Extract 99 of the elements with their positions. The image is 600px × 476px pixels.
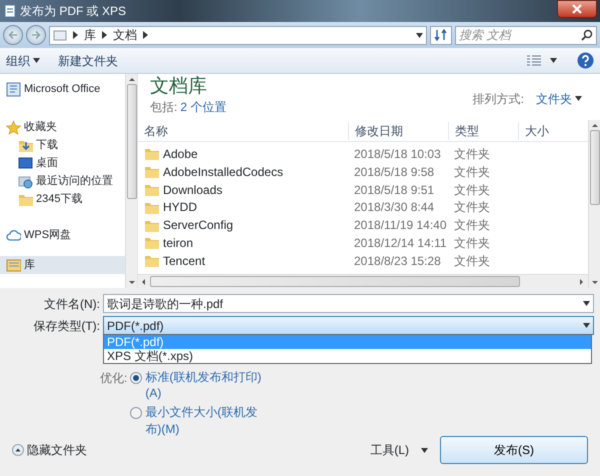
file-type: 文件夹 bbox=[453, 234, 490, 252]
caret-icon bbox=[416, 32, 423, 38]
close-button[interactable] bbox=[557, 0, 597, 18]
caret-icon[interactable] bbox=[550, 58, 557, 63]
modified-date: 2018/5/18 9:51 bbox=[353, 182, 436, 198]
file-name[interactable]: Downloads bbox=[163, 180, 222, 198]
folder-icon bbox=[144, 253, 160, 268]
file-type: 文件夹 bbox=[453, 252, 490, 270]
search-placeholder: 搜索 文档 bbox=[459, 27, 513, 44]
column-header[interactable]: 大小 bbox=[518, 122, 558, 140]
file-name[interactable]: Tencent bbox=[163, 252, 206, 270]
folder-icon bbox=[144, 235, 160, 250]
close-icon bbox=[572, 4, 582, 14]
file-type-dropdown[interactable]: PDF(*.pdf) bbox=[103, 316, 594, 335]
back-arrow-icon bbox=[8, 30, 18, 40]
breadcrumb-item[interactable]: 库 bbox=[84, 26, 96, 44]
nav-item[interactable]: 库 bbox=[0, 256, 125, 274]
column-header[interactable]: 修改日期 bbox=[348, 122, 448, 140]
scrollbar-thumb[interactable] bbox=[590, 130, 600, 205]
scrollbar-thumb[interactable] bbox=[150, 276, 520, 287]
view-options-icon[interactable] bbox=[526, 54, 542, 66]
organize-button[interactable]: 组织 bbox=[6, 52, 40, 70]
new-folder-button[interactable]: 新建文件夹 bbox=[58, 52, 118, 70]
library-title: 文档库 bbox=[150, 77, 208, 98]
includes-label: 包括: bbox=[150, 98, 178, 116]
folder-icon bbox=[144, 164, 160, 180]
breadcrumb-item[interactable]: 文档 bbox=[113, 26, 137, 44]
refresh-icon bbox=[434, 29, 448, 41]
modified-date: 2018/12/14 14:11 bbox=[353, 234, 448, 252]
window-title: 发布为 PDF 或 XPS bbox=[20, 3, 128, 20]
recent-places-icon bbox=[18, 174, 33, 188]
radio-button[interactable] bbox=[130, 372, 142, 384]
file-name[interactable]: AdobeInstalledCodecs bbox=[163, 162, 284, 181]
nav-item[interactable]: Microsoft Office bbox=[0, 80, 125, 98]
desktop-icon bbox=[18, 156, 33, 170]
forward-button[interactable] bbox=[26, 25, 46, 45]
office-app-icon bbox=[6, 82, 21, 96]
caret-icon bbox=[575, 96, 582, 101]
address-field[interactable]: 库 文档 bbox=[49, 26, 427, 44]
back-button[interactable] bbox=[3, 25, 23, 45]
file-type: 文件夹 bbox=[453, 217, 490, 234]
forward-arrow-icon bbox=[31, 30, 41, 40]
arrange-dropdown[interactable]: 文件夹 bbox=[536, 90, 582, 108]
tools-button[interactable]: 工具(L) bbox=[370, 441, 428, 459]
scrollbar-thumb[interactable] bbox=[126, 84, 136, 199]
folder-icon bbox=[144, 182, 160, 197]
nav-item[interactable]: WPS网盘 bbox=[0, 226, 125, 244]
modified-date: 2018/11/19 14:40 bbox=[353, 217, 448, 234]
file-type: 文件夹 bbox=[453, 199, 490, 216]
file-name[interactable]: Adobe bbox=[163, 144, 198, 163]
column-header[interactable]: 名称 bbox=[138, 122, 348, 140]
help-icon[interactable] bbox=[577, 52, 594, 69]
folder-icon bbox=[144, 146, 160, 162]
file-type: 文件夹 bbox=[453, 182, 490, 198]
collapse-icon bbox=[12, 444, 24, 456]
filename-field[interactable]: 歌词是诗歌的一种.pdf bbox=[103, 294, 594, 313]
horizontal-scrollbar[interactable] bbox=[138, 274, 588, 288]
chevron-icon bbox=[143, 31, 148, 39]
arrange-label: 排列方式: bbox=[472, 90, 524, 108]
nav-item[interactable]: 下载 bbox=[0, 136, 125, 154]
hide-folders-toggle[interactable]: 隐藏文件夹 bbox=[12, 441, 87, 459]
file-type: 文件夹 bbox=[453, 164, 490, 181]
radio-label[interactable]: 最小文件大小(联机发布)(M) bbox=[145, 404, 268, 437]
caret-icon bbox=[583, 323, 590, 328]
modified-date: 2018/5/18 10:03 bbox=[353, 146, 442, 163]
column-header[interactable]: 类型 bbox=[448, 122, 518, 140]
file-name[interactable]: HYDD bbox=[163, 198, 198, 216]
modified-date: 2018/5/18 9:58 bbox=[353, 164, 436, 181]
modified-date: 2018/3/30 8:44 bbox=[353, 199, 436, 216]
chevron-icon bbox=[102, 31, 107, 39]
library-icon bbox=[53, 29, 67, 41]
scrollbar[interactable] bbox=[588, 120, 600, 288]
nav-item[interactable]: 收藏夹 bbox=[0, 118, 125, 136]
caret-icon bbox=[33, 58, 40, 63]
scrollbar[interactable] bbox=[125, 74, 137, 288]
file-name[interactable]: ServerConfig bbox=[163, 216, 234, 234]
field-label: 文件名(N): bbox=[43, 296, 101, 312]
nav-item[interactable]: 最近访问的位置 bbox=[0, 172, 125, 190]
nav-item[interactable]: 桌面 bbox=[0, 154, 125, 172]
field-label: 保存类型(T): bbox=[32, 318, 101, 334]
refresh-button[interactable] bbox=[430, 26, 452, 44]
star-icon bbox=[6, 120, 21, 134]
chevron-icon bbox=[73, 31, 78, 39]
locations-link[interactable]: 2 个位置 bbox=[180, 98, 226, 116]
radio-label[interactable]: 标准(联机发布和打印)(A) bbox=[145, 369, 268, 402]
radio-button[interactable] bbox=[130, 407, 142, 420]
dropdown-option[interactable]: XPS 文档(*.xps) bbox=[104, 349, 591, 363]
optimize-label: 优化: bbox=[100, 370, 128, 387]
cloud-icon bbox=[6, 228, 21, 242]
library-icon bbox=[6, 258, 21, 272]
caret-icon bbox=[583, 301, 590, 306]
publish-button[interactable]: 发布(S) bbox=[440, 436, 588, 464]
modified-date: 2018/8/23 15:28 bbox=[353, 252, 442, 270]
search-icon bbox=[581, 29, 593, 41]
document-icon bbox=[3, 4, 17, 18]
file-name[interactable]: teiron bbox=[163, 234, 194, 252]
caret-icon bbox=[421, 448, 428, 452]
nav-item[interactable]: 2345下载 bbox=[0, 190, 125, 208]
file-type: 文件夹 bbox=[453, 146, 490, 163]
